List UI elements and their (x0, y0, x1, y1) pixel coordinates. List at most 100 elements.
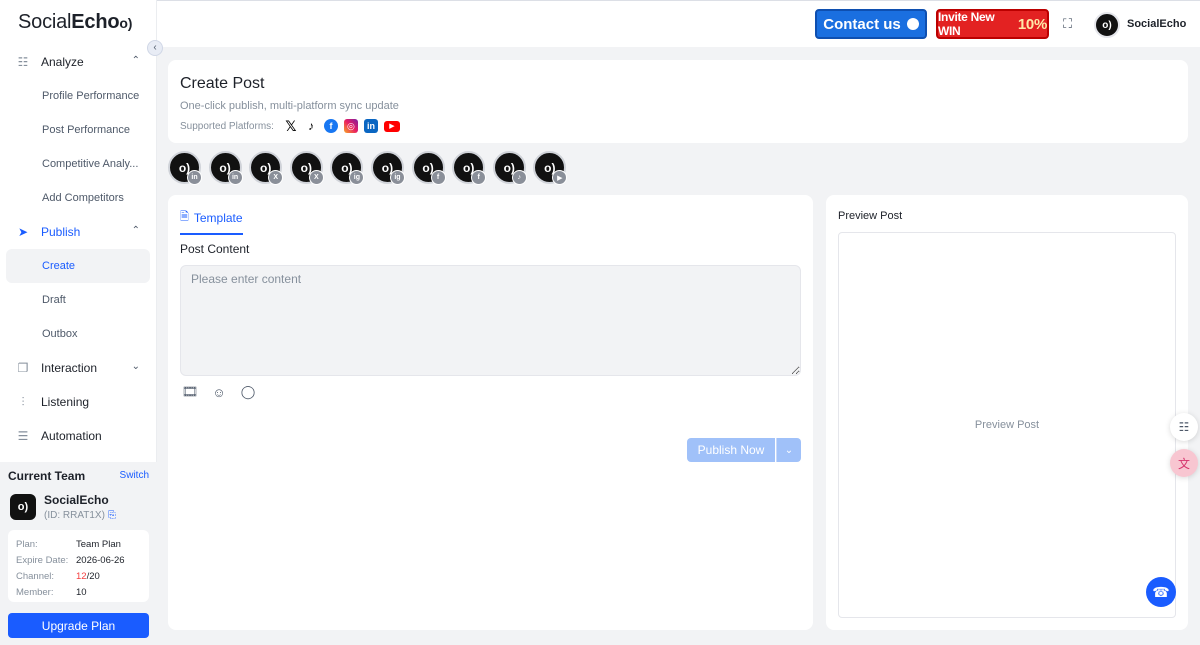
sidebar-item-automation[interactable]: ☰ Automation (6, 419, 150, 453)
document-icon: 🗎 (180, 211, 189, 223)
channel-total: /20 (86, 570, 100, 582)
chart-icon: ☷ (17, 55, 29, 69)
current-team-panel: Current Team Switch o) SocialEcho (ID: R… (0, 462, 157, 645)
facebook-icon: f (430, 170, 446, 185)
team-id: (ID: RRAT1X) (44, 510, 105, 521)
facebook-icon: f (471, 170, 487, 185)
account-avatar[interactable]: o) ▶ (533, 151, 568, 185)
sidebar-item-interaction[interactable]: ❐ Interaction ⌄ (6, 351, 150, 385)
linkedin-icon: in (227, 170, 243, 185)
user-avatar[interactable]: o) (1094, 12, 1120, 38)
fullscreen-icon[interactable]: ⛶ (1063, 16, 1072, 32)
automation-icon: ☰ (17, 429, 29, 443)
post-content-input[interactable] (180, 265, 801, 376)
account-avatar[interactable]: o) ig (370, 151, 405, 185)
sidebar-item-outbox[interactable]: Outbox (6, 317, 150, 351)
collapse-sidebar-icon[interactable]: ‹ (147, 40, 163, 56)
account-avatar[interactable]: o) ♪ (492, 151, 527, 185)
apps-icon[interactable]: ☷ (1170, 413, 1198, 441)
current-team-title: Current Team (8, 469, 86, 483)
supported-platforms-label: Supported Platforms: (180, 120, 274, 132)
plan-label: Plan: (16, 538, 38, 550)
chat-icon: ❐ (17, 361, 29, 375)
team-name: SocialEcho (44, 493, 109, 507)
sidebar-item-label: Listening (41, 395, 90, 409)
tiktok-icon: ♪ (307, 119, 314, 133)
translate-icon[interactable]: 文 (1170, 449, 1198, 477)
facebook-icon: f (323, 119, 338, 133)
app-logo[interactable]: SocialEchoo) (18, 11, 132, 34)
comment-icon[interactable]: ◯ (238, 384, 258, 400)
page-header-card: Create Post One-click publish, multi-pla… (168, 60, 1188, 143)
tiktok-icon: ♪ (511, 170, 527, 185)
post-editor-card: 🗎 Template Post Content 🎞 ☺ ◯ Publish Now… (168, 195, 813, 630)
account-avatar[interactable]: o) X (249, 151, 284, 185)
member-value: 10 (76, 586, 87, 598)
youtube-icon: ▶ (552, 170, 568, 185)
send-icon: ➤ (17, 225, 29, 239)
soundwave-icon: ⫶ (21, 394, 25, 409)
sidebar-item-publish[interactable]: ➤ Publish ⌃ (6, 215, 150, 249)
x-icon: 𝕏 (285, 117, 297, 134)
sidebar-nav: ☷ Analyze ⌃ Profile Performance Post Per… (6, 45, 150, 453)
account-avatar[interactable]: o) in (208, 151, 243, 185)
account-avatar[interactable]: o) f (411, 151, 446, 185)
sidebar-item-draft[interactable]: Draft (6, 283, 150, 317)
sidebar-item-create[interactable]: Create (6, 249, 150, 283)
linkedin-icon: in (187, 170, 202, 185)
headset-icon (906, 18, 919, 30)
sidebar-item-post-performance[interactable]: Post Performance (6, 113, 150, 147)
top-header: Contact us Invite New WIN 10% ⛶ o) Social… (157, 0, 1200, 47)
invite-percent: 10% (1017, 15, 1047, 33)
member-label: Member: (16, 586, 54, 598)
sidebar: SocialEchoo) ☷ Analyze ⌃ Profile Perform… (0, 0, 157, 645)
x-icon: X (308, 170, 324, 185)
emoji-icon[interactable]: ☺ (209, 384, 229, 400)
invite-banner-button[interactable]: Invite New WIN 10% (936, 9, 1049, 39)
account-avatar[interactable]: o) in (168, 151, 202, 185)
preview-placeholder: Preview Post (974, 419, 1040, 431)
expire-value: 2026-06-26 (76, 554, 125, 566)
contact-label: Contact us (823, 15, 901, 33)
x-icon: X (268, 170, 284, 185)
copy-icon[interactable]: ⎘ (108, 510, 116, 521)
page-subtitle: One-click publish, multi-platform sync u… (180, 100, 399, 112)
tab-label: Template (193, 210, 243, 225)
upgrade-plan-button[interactable]: Upgrade Plan (8, 613, 149, 638)
publish-now-button[interactable]: Publish Now (687, 438, 775, 462)
account-avatar[interactable]: o) f (452, 151, 487, 185)
sidebar-item-label: Automation (41, 429, 102, 443)
page-title: Create Post (180, 75, 265, 92)
expire-label: Expire Date: (16, 554, 69, 566)
sidebar-item-competitive-analysis[interactable]: Competitive Analy... (6, 147, 150, 181)
linkedin-icon: in (363, 119, 378, 133)
chevron-down-icon[interactable]: ⌄ (776, 438, 801, 462)
account-avatar[interactable]: o) ig (330, 151, 365, 185)
channel-used: 12 (76, 570, 87, 582)
invite-label: Invite New WIN (938, 10, 995, 38)
account-avatar[interactable]: o) X (289, 151, 324, 185)
user-name[interactable]: SocialEcho (1127, 18, 1186, 30)
preview-card: Preview Post Preview Post (826, 195, 1188, 630)
publish-now-split-button: Publish Now ⌄ (687, 438, 801, 462)
instagram-icon: ◎ (343, 119, 358, 133)
media-icon[interactable]: 🎞 (180, 384, 200, 400)
team-avatar: o) (10, 494, 36, 520)
preview-title: Preview Post (838, 210, 903, 222)
chevron-up-icon: ⌃ (131, 225, 140, 236)
post-content-label: Post Content (180, 242, 250, 256)
switch-team-link[interactable]: Switch (120, 470, 149, 483)
chevrons-right-icon[interactable]: » (1168, 597, 1172, 606)
sidebar-item-label: Analyze (41, 55, 84, 69)
plan-value: Team Plan (76, 538, 121, 550)
tab-template[interactable]: 🗎 Template (180, 208, 243, 235)
plan-details: Plan: Team Plan Expire Date: 2026-06-26 Ch… (8, 530, 149, 602)
sidebar-item-add-competitors[interactable]: Add Competitors (6, 181, 150, 215)
instagram-icon: ig (389, 170, 405, 185)
supported-platforms: Supported Platforms: 𝕏 ♪ f ◎ in ▶ (180, 117, 406, 134)
contact-us-button[interactable]: Contact us (815, 9, 927, 39)
sidebar-item-listening[interactable]: ⫶ Listening (6, 385, 150, 419)
sidebar-item-analyze[interactable]: ☷ Analyze ⌃ (6, 45, 150, 79)
chevron-down-icon: ⌄ (131, 361, 140, 372)
sidebar-item-profile-performance[interactable]: Profile Performance (6, 79, 150, 113)
